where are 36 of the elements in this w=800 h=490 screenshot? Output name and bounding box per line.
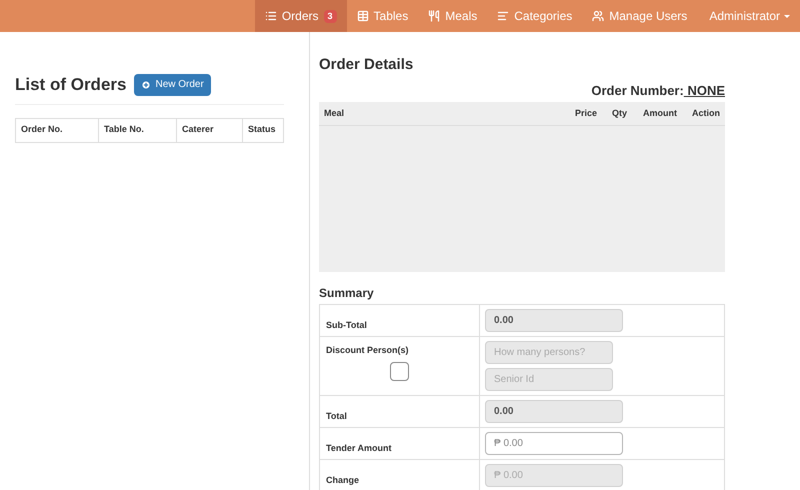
caret-icon — [784, 14, 790, 18]
lines-icon — [497, 10, 510, 22]
input-field[interactable]: ₱ 0.00 — [485, 432, 623, 455]
plus-icon — [141, 80, 152, 90]
count-badge: 3 — [324, 10, 337, 22]
nav-tab[interactable]: Manage Users — [582, 0, 698, 32]
section-title: Summary — [319, 285, 375, 302]
new-order-button[interactable]: New Order — [134, 74, 211, 96]
column-header: Status — [242, 118, 283, 142]
nav-tab[interactable]: Orders 3 — [254, 0, 347, 32]
row-label: Total — [326, 410, 348, 422]
column-header: Caterer — [176, 118, 242, 142]
column-header: Action — [691, 106, 721, 120]
row-label: Sub-Total — [326, 318, 368, 332]
column-header: Price — [574, 106, 597, 120]
column-header: Meal — [323, 106, 346, 120]
table-icon — [356, 10, 369, 22]
column-header: Order No. — [20, 123, 64, 136]
users-icon — [592, 10, 604, 22]
utensils-icon — [428, 10, 440, 22]
nav-tab[interactable]: Tables — [346, 0, 418, 32]
list-icon — [264, 10, 277, 22]
checkbox[interactable] — [390, 362, 409, 380]
column-header: Table No. — [98, 118, 176, 142]
row-label: Change — [326, 474, 360, 487]
user-menu[interactable]: Administrator — [697, 0, 792, 32]
row-label: Discount Person(s) — [326, 344, 410, 357]
order-number-label: Order Number: — [591, 82, 684, 100]
panel-title: List of Orders — [15, 74, 126, 96]
nav-tab[interactable]: Meals — [418, 0, 488, 32]
nav-tab[interactable]: Categories — [487, 0, 582, 32]
section-title: Order Details — [319, 55, 414, 75]
column-header: Amount — [642, 106, 677, 120]
order-number: NONE — [686, 82, 725, 100]
column-header: Qty — [610, 106, 627, 120]
row-label: Tender Amount — [326, 442, 392, 454]
